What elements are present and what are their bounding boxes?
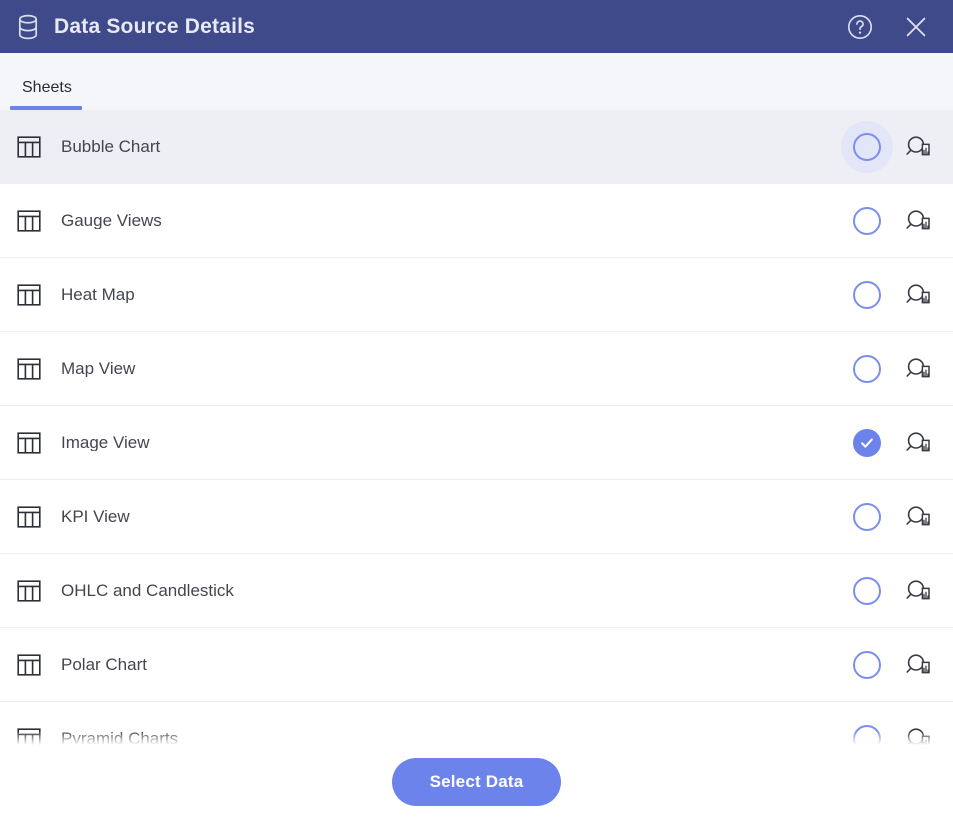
sheet-radio[interactable]	[841, 565, 893, 617]
search-chart-icon	[903, 133, 933, 161]
table-icon	[16, 356, 42, 382]
sheet-row-actions	[841, 639, 953, 691]
sheet-row-label: Gauge Views	[61, 212, 162, 229]
sheet-radio[interactable]	[841, 195, 893, 247]
close-icon	[902, 13, 930, 41]
search-chart-icon	[903, 207, 933, 235]
sheet-row-actions	[841, 120, 953, 173]
sheet-row-label: KPI View	[61, 508, 130, 525]
preview-data-button[interactable]	[901, 279, 935, 311]
sheet-row[interactable]: Image View	[0, 406, 953, 480]
radio-circle-icon	[853, 206, 881, 235]
table-icon	[16, 578, 42, 604]
close-button[interactable]	[901, 12, 931, 42]
sheet-row[interactable]: KPI View	[0, 480, 953, 554]
sheet-row-label: Heat Map	[61, 286, 135, 303]
sheet-row[interactable]: OHLC and Candlestick	[0, 554, 953, 628]
search-chart-icon	[903, 651, 933, 679]
help-button[interactable]	[845, 12, 875, 42]
radio-circle-icon	[853, 576, 881, 605]
preview-data-button[interactable]	[901, 723, 935, 745]
preview-data-button[interactable]	[901, 649, 935, 681]
sheet-row-actions	[841, 195, 953, 247]
sheet-radio-selected[interactable]	[841, 417, 893, 469]
sheet-row-actions	[841, 491, 953, 543]
tab-strip: Sheets	[0, 53, 953, 110]
page-title: Data Source Details	[54, 15, 256, 38]
table-icon	[16, 652, 42, 678]
sheet-row-actions	[841, 713, 953, 745]
search-chart-icon	[903, 281, 933, 309]
dialog-title-bar: Data Source Details	[0, 0, 953, 53]
table-icon	[16, 282, 42, 308]
table-icon	[16, 504, 42, 530]
sheet-radio[interactable]	[841, 713, 893, 745]
sheet-row[interactable]: Map View	[0, 332, 953, 406]
preview-data-button[interactable]	[901, 575, 935, 607]
search-chart-icon	[903, 429, 933, 457]
sheet-row-label: Image View	[61, 434, 150, 451]
sheet-radio[interactable]	[841, 491, 893, 543]
preview-data-button[interactable]	[901, 427, 935, 459]
help-circle-icon	[846, 13, 874, 41]
sheet-row-label: Pyramid Charts	[61, 730, 179, 745]
radio-circle-icon	[853, 280, 881, 309]
database-icon	[16, 14, 40, 40]
preview-data-button[interactable]	[901, 353, 935, 385]
preview-data-button[interactable]	[901, 501, 935, 533]
table-icon	[16, 208, 42, 234]
sheet-radio[interactable]	[841, 269, 893, 321]
sheet-radio[interactable]	[841, 120, 893, 173]
search-chart-icon	[903, 725, 933, 745]
sheet-row[interactable]: Polar Chart	[0, 628, 953, 702]
sheet-row-actions	[841, 269, 953, 321]
dialog-footer: Select Data	[0, 731, 953, 819]
table-icon	[16, 430, 42, 456]
preview-data-button[interactable]	[901, 205, 935, 237]
search-chart-icon	[903, 355, 933, 383]
sheet-radio[interactable]	[841, 639, 893, 691]
search-chart-icon	[903, 577, 933, 605]
table-icon	[16, 134, 42, 160]
title-bar-actions	[845, 12, 931, 42]
sheets-list[interactable]: Bubble Chart Gauge Views Heat Map Map View I…	[0, 110, 953, 745]
sheet-row-actions	[841, 565, 953, 617]
check-icon	[853, 428, 881, 457]
sheet-row-label: Bubble Chart	[61, 138, 161, 155]
sheet-row-label: Map View	[61, 360, 136, 377]
sheet-row-label: OHLC and Candlestick	[61, 582, 234, 599]
radio-circle-icon	[853, 132, 881, 161]
radio-circle-icon	[853, 724, 881, 745]
sheet-row-label: Polar Chart	[61, 656, 147, 673]
radio-circle-icon	[853, 650, 881, 679]
radio-circle-icon	[853, 502, 881, 531]
select-data-button[interactable]: Select Data	[391, 758, 562, 806]
tab-sheets[interactable]: Sheets	[10, 80, 82, 110]
sheet-radio[interactable]	[841, 343, 893, 395]
sheet-row[interactable]: Pyramid Charts	[0, 702, 953, 745]
search-chart-icon	[903, 503, 933, 531]
sheet-row[interactable]: Gauge Views	[0, 184, 953, 258]
sheet-row-actions	[841, 417, 953, 469]
sheet-row[interactable]: Heat Map	[0, 258, 953, 332]
sheet-row-actions	[841, 343, 953, 395]
preview-data-button[interactable]	[901, 131, 935, 163]
table-icon	[16, 726, 42, 745]
sheet-row[interactable]: Bubble Chart	[0, 110, 953, 184]
data-source-details-dialog: Data Source Details Sheets Bubble Chart …	[0, 0, 953, 819]
radio-circle-icon	[853, 354, 881, 383]
